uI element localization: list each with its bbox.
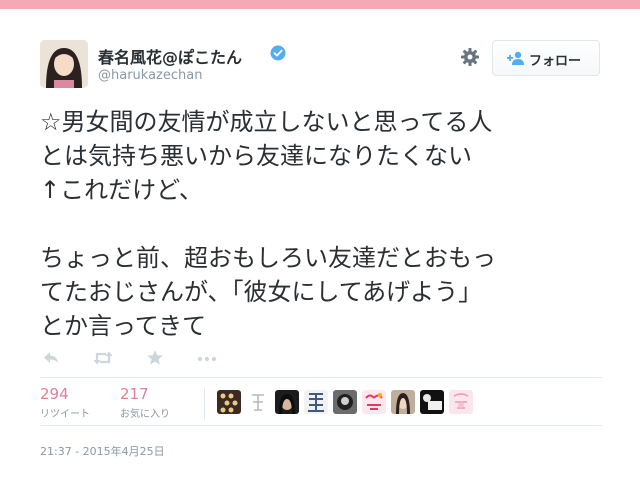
user-handle[interactable]: @harukazechan [98,68,202,83]
tweet-line: ↑これだけど、 [40,176,203,204]
favoriter-avatar[interactable] [246,390,270,414]
tweet-line: とか言ってきて [40,312,207,340]
retweet-icon[interactable] [92,348,114,368]
tweet-text: ☆男女間の友情が成立しないと思ってる人 とは気持ち悪いから友達になりたくない ↑… [40,105,600,343]
retweet-stat[interactable]: 294 リツイート [40,385,90,420]
favoriter-avatar[interactable] [304,390,328,414]
follow-button-label: フォロー [529,53,582,68]
verified-badge-icon [270,45,286,61]
retweet-label: リツイート [40,409,90,420]
retweet-count: 294 [40,385,69,403]
favorite-count: 217 [120,385,149,403]
tweet-header: 春名風花@ぽこたん @harukazechan フォロー [40,40,602,92]
divider [40,425,602,426]
favoriter-avatar[interactable] [275,390,299,414]
stats-divider [204,388,205,420]
tweet-actions [40,348,240,370]
follow-person-icon [507,51,524,65]
favoriter-avatar[interactable] [449,390,473,414]
favoriter-avatar[interactable] [217,390,241,414]
avatar[interactable] [40,40,88,88]
tweet-line: ちょっと前、超おもしろい友達だとおもっ [40,244,496,272]
favorite-label: お気に入り [120,409,170,420]
favorite-stat[interactable]: 217 お気に入り [120,385,170,420]
favoriter-avatar[interactable] [391,390,415,414]
gear-icon[interactable] [460,47,480,67]
follow-button[interactable]: フォロー [492,40,600,76]
favorite-star-icon[interactable] [146,348,164,368]
tweet-stats: 294 リツイート 217 お気に入り [40,385,602,421]
profile-banner-strip [0,0,640,9]
divider [40,377,602,378]
tweet-line: てたおじさんが、「彼女にしてあげよう」 [40,278,483,306]
display-name[interactable]: 春名風花@ぽこたん [98,44,242,68]
favoriter-avatar[interactable] [420,390,444,414]
tweet-line: ☆男女間の友情が成立しないと思ってる人 [40,108,493,136]
tweet-line: とは気持ち悪いから友達になりたくない [40,142,472,170]
more-icon[interactable] [196,348,218,368]
favoriter-avatar[interactable] [362,390,386,414]
reply-icon[interactable] [42,348,60,368]
tweet-timestamp[interactable]: 21:37 - 2015年4月25日 [40,443,165,459]
favoriter-avatar[interactable] [333,390,357,414]
